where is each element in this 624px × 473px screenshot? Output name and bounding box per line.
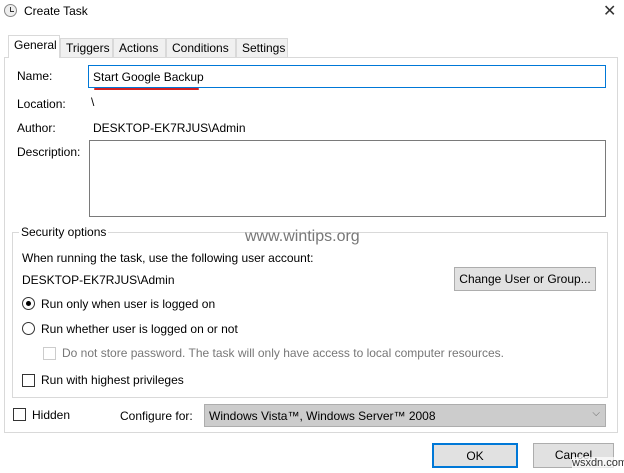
description-textarea[interactable]: [89, 140, 606, 217]
watermark-corner: wsxdn.com: [572, 457, 624, 469]
radio-whether-label[interactable]: Run whether user is logged on or not: [41, 322, 238, 336]
radio-logged-on-label[interactable]: Run only when user is logged on: [41, 297, 215, 311]
watermark: www.wintips.org: [245, 228, 360, 245]
clock-icon: [4, 4, 17, 17]
name-label: Name:: [17, 69, 53, 83]
chevron-down-icon: ⌵: [592, 408, 600, 419]
hidden-label[interactable]: Hidden: [32, 408, 70, 422]
ok-button[interactable]: OK: [432, 443, 518, 468]
tab-actions[interactable]: Actions: [113, 38, 166, 58]
configure-label: Configure for:: [120, 409, 193, 423]
location-value: \: [91, 95, 95, 109]
security-legend: Security options: [19, 225, 109, 239]
window-title: Create Task: [24, 4, 88, 18]
no-store-password-checkbox[interactable]: [43, 347, 56, 360]
author-label: Author:: [17, 121, 56, 135]
radio-logged-on[interactable]: [22, 297, 35, 310]
change-user-button[interactable]: Change User or Group...: [454, 267, 596, 291]
name-input[interactable]: Start Google Backup: [88, 65, 606, 88]
account-prompt: When running the task, use the following…: [22, 251, 314, 265]
hidden-checkbox[interactable]: [13, 408, 26, 421]
author-value: DESKTOP-EK7RJUS\Admin: [93, 121, 246, 135]
no-store-password-label: Do not store password. The task will onl…: [62, 346, 504, 360]
tab-settings[interactable]: Settings: [236, 38, 288, 58]
configure-select[interactable]: Windows Vista™, Windows Server™ 2008 ⌵: [204, 404, 606, 427]
highest-privileges-checkbox[interactable]: [22, 374, 35, 387]
tab-triggers[interactable]: Triggers: [60, 38, 113, 58]
tab-conditions[interactable]: Conditions: [166, 38, 236, 58]
description-label: Description:: [17, 145, 81, 159]
radio-whether-logged-on[interactable]: [22, 322, 35, 335]
highest-privileges-label[interactable]: Run with highest privileges: [41, 373, 184, 387]
tab-general[interactable]: General: [8, 35, 60, 58]
account-value: DESKTOP-EK7RJUS\Admin: [22, 273, 175, 287]
location-label: Location:: [17, 97, 66, 111]
red-underline: [94, 88, 199, 90]
close-icon[interactable]: ✕: [603, 1, 616, 21]
